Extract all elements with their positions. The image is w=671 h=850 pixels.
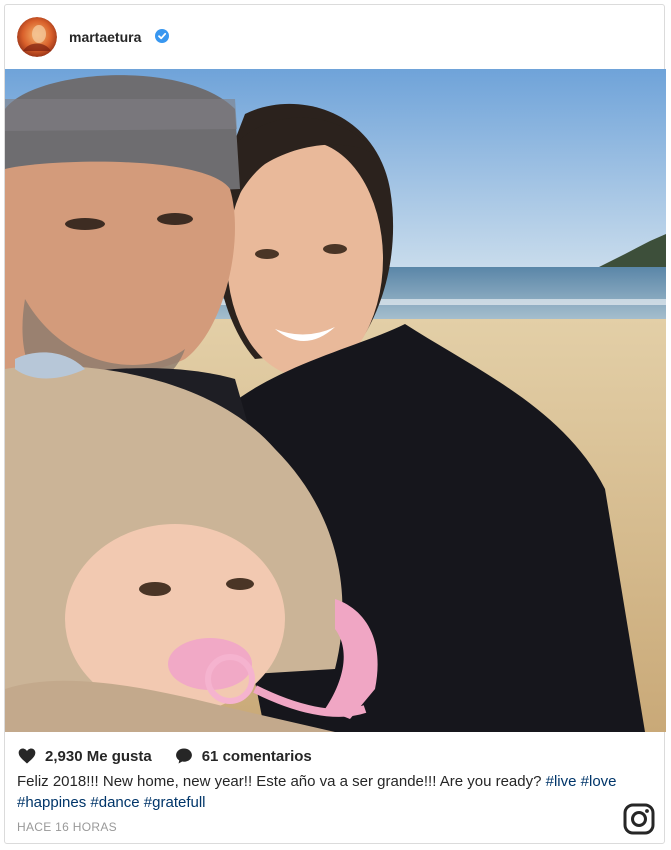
hashtag-love[interactable]: #love (581, 773, 617, 790)
post-photo[interactable] (5, 69, 666, 732)
verified-badge-icon (155, 29, 169, 43)
heart-icon[interactable] (17, 746, 37, 766)
avatar[interactable] (17, 17, 57, 57)
likes-count[interactable]: 2,930 Me gusta (45, 748, 152, 765)
hashtag-happines[interactable]: #happines (17, 794, 86, 811)
hashtag-live[interactable]: #live (546, 773, 577, 790)
hashtag-dance[interactable]: #dance (90, 794, 139, 811)
post-timestamp[interactable]: HACE 16 HORAS (17, 820, 117, 834)
hashtag-gratefull[interactable]: #gratefull (144, 794, 206, 811)
post-header: martaetura (5, 5, 664, 70)
instagram-embed-card: martaetura 2,930 Me gusta 61 comentarios… (4, 4, 666, 844)
post-caption: Feliz 2018!!! New home, new year!! Este … (17, 771, 647, 813)
username[interactable]: martaetura (69, 29, 141, 45)
comments-count[interactable]: 61 comentarios (202, 748, 312, 765)
instagram-logo-icon[interactable] (623, 803, 655, 835)
comment-bubble-icon[interactable] (174, 746, 194, 766)
caption-text: Feliz 2018!!! New home, new year!! Este … (17, 773, 542, 790)
post-stats: 2,930 Me gusta 61 comentarios (17, 745, 312, 767)
